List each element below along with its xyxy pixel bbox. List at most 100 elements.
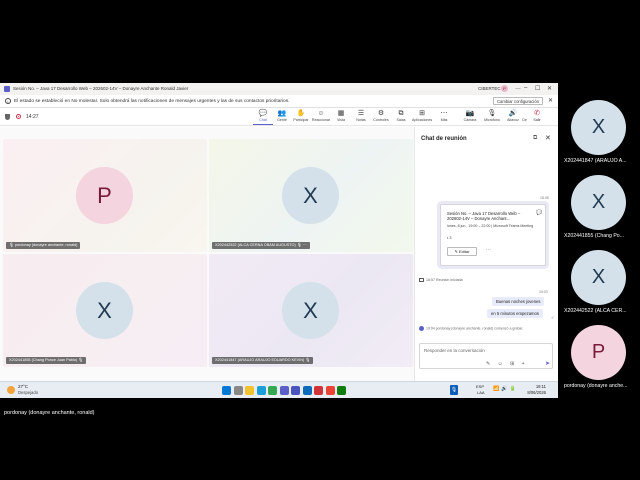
- notas-icon: ☰: [357, 110, 365, 117]
- controles-icon: ⚙: [377, 110, 385, 117]
- change-settings-button[interactable]: Cambiar configuración: [493, 97, 543, 105]
- microfono-icon: 🎙: [487, 110, 497, 117]
- side-participant: X X202442522 (ALCA CER...: [560, 250, 640, 326]
- salas-icon: ⧉: [398, 110, 404, 117]
- meeting-started-message: 18:57 Reunión iniciada: [419, 278, 463, 283]
- title-bar: Sesión No. – Java 17 Desarrollo Web – 20…: [0, 83, 558, 95]
- toolbar-label: Salas: [396, 118, 406, 122]
- language-indicator[interactable]: ESP: [476, 384, 484, 389]
- more-icon[interactable]: …: [515, 85, 521, 91]
- side-participant: X X202441847 (ARAUJO A...: [560, 100, 640, 176]
- clock-date[interactable]: 8/06/2026: [521, 390, 546, 395]
- edit-button[interactable]: ✎ Editar: [447, 247, 477, 256]
- taskbar-teams-icon[interactable]: [291, 386, 300, 395]
- toolbar-label: Cámara: [463, 118, 477, 122]
- send-icon[interactable]: ➤: [545, 360, 550, 367]
- tenant-label: CIBERTEC: [478, 86, 501, 91]
- side-participant: P pordonay (donayre anche...: [560, 325, 640, 401]
- toolbar-label: Reaccionar: [311, 118, 331, 122]
- toolbar-notas-button[interactable]: ☰ Notas: [351, 110, 371, 125]
- clock-time[interactable]: 19:11: [526, 384, 546, 389]
- chat-message[interactable]: en 5 minutos empezamos: [487, 309, 543, 318]
- card-people: ▪ 3: [447, 236, 452, 240]
- participant-avatar: X: [76, 282, 133, 339]
- windows-taskbar: 27°C Despejado 🎙 ESP LAA 📶🔊🔋 19:11 8/06/…: [0, 381, 558, 398]
- participar-icon: ✋: [296, 110, 306, 117]
- user-avatar[interactable]: P: [501, 85, 508, 92]
- toolbar-chat-button[interactable]: 💬 Chat: [253, 110, 273, 125]
- toolbar-camara-button[interactable]: 📷 Cámara: [460, 110, 480, 125]
- video-grid: P 🎙 pordonay (donayre anchante, ronald) …: [0, 127, 414, 383]
- recording-started-message: 19:04 pordonay (donayre anchante, ronald…: [419, 326, 523, 331]
- side-participant-name: X202441855 (Chang Po...: [564, 233, 624, 239]
- participant-name-text: X202441855 (Chang Ponce Juan Pablo): [9, 358, 78, 362]
- taskbar-store-icon[interactable]: [279, 386, 289, 395]
- participant-tile[interactable]: X X202441855 (Chang Ponce Juan Pablo) 🎙: [3, 254, 207, 367]
- maximize-button[interactable]: ☐: [535, 85, 540, 92]
- leave-button[interactable]: ✆ Salir: [527, 110, 547, 124]
- toolbar-aplicaciones-button[interactable]: ⊞ Aplicaciones: [412, 110, 432, 125]
- taskbar-search-icon[interactable]: [233, 386, 243, 395]
- taskbar-other-icon[interactable]: [337, 386, 346, 395]
- chat-bubble-icon: 💬: [536, 210, 543, 216]
- taskbar-office-icon[interactable]: [314, 386, 323, 395]
- close-window-button[interactable]: ✕: [547, 85, 552, 92]
- card-title: Sesión No. – Java 17 Desarrollo Web – 20…: [447, 211, 521, 222]
- chat-title: Chat de reunión: [421, 136, 467, 142]
- close-notice-button[interactable]: ✕: [548, 97, 553, 104]
- taskbar-explorer-icon[interactable]: [245, 386, 254, 395]
- side-participant-name: pordonay (donayre anche...: [564, 383, 628, 389]
- taskbar-chrome-icon[interactable]: [268, 386, 277, 395]
- toolbar-microfono-button[interactable]: 🎙 Micrófono: [482, 110, 502, 125]
- chat-timestamp: 19:03: [539, 290, 548, 294]
- compose-placeholder: Responder en la conversación: [424, 348, 485, 353]
- reaccionar-icon: ☺: [317, 110, 325, 117]
- participant-tile[interactable]: X X202442522 (ALCA CERNA OBAM AUGUSTO) 🎙…: [209, 139, 413, 252]
- system-tray-icons[interactable]: 📶🔊🔋: [493, 386, 518, 392]
- taskbar-chrome2-icon[interactable]: [325, 386, 335, 395]
- side-participant-avatar: X: [571, 175, 626, 230]
- participant-tile[interactable]: P 🎙 pordonay (donayre anchante, ronald): [3, 139, 207, 252]
- side-participant-avatar: P: [571, 325, 626, 380]
- toolbar-gente-button[interactable]: 👥 Gente: [272, 110, 292, 125]
- chat-icon: 💬: [258, 110, 268, 117]
- people-count: 3: [449, 236, 452, 240]
- side-participant: X X202441855 (Chang Po...: [560, 175, 640, 251]
- chat-message[interactable]: Buenas noches jovenes: [492, 297, 545, 306]
- toolbar-label: Notas: [356, 118, 366, 122]
- side-participant-avatar: X: [571, 250, 626, 305]
- toolbar-label: Aplicaciones: [412, 118, 433, 122]
- meeting-timer: 14:27: [26, 114, 39, 120]
- mic-in-use-icon[interactable]: 🎙: [450, 385, 458, 395]
- taskbar-outlook-icon[interactable]: [302, 386, 312, 395]
- meeting-toolbar: 14:27 💬 Chat 👥 Gente ✋ Participar ☺ Reaccionar ▦…: [0, 108, 558, 126]
- toolbar-label: Controles: [373, 118, 389, 122]
- camera-icon: [419, 278, 424, 283]
- toolbar-controles-button[interactable]: ⚙ Controles: [371, 110, 391, 125]
- participant-avatar: X: [282, 167, 339, 224]
- taskbar-edge-icon[interactable]: [256, 386, 266, 395]
- toolbar-label: Chat: [259, 118, 267, 122]
- participant-avatar: X: [282, 282, 339, 339]
- weather-description: Despejado: [18, 390, 39, 395]
- close-chat-button[interactable]: ✕: [545, 134, 551, 142]
- taskbar-start-icon[interactable]: [222, 386, 231, 395]
- meeting-chat-panel: Chat de reunión ⧉ ✕ 18:05 Sesión No. – J…: [414, 127, 558, 398]
- toolbar-reaccionar-button[interactable]: ☺ Reaccionar: [311, 110, 331, 125]
- toolbar-vista-button[interactable]: ▦ Vista: [331, 110, 351, 125]
- window-title: Sesión No. – Java 17 Desarrollo Web – 20…: [13, 86, 189, 91]
- compose-box[interactable]: Responder en la conversación ✎ ☺ ⊞ + ➤: [419, 343, 553, 369]
- system-message-text: 18:57 Reunión iniciada: [426, 278, 463, 282]
- popout-icon[interactable]: ⧉: [533, 135, 537, 142]
- participant-name-text: pordonay (donayre anchante, ronald): [14, 243, 78, 247]
- recording-icon: [16, 114, 21, 119]
- participant-tile[interactable]: X X202441847 (ARAUJO ARAUJO EDUARDO KEVI…: [209, 254, 413, 367]
- compose-tools[interactable]: ✎ ☺ ⊞ +: [486, 361, 528, 367]
- minimize-button[interactable]: –: [524, 85, 527, 91]
- aplicaciones-icon: ⊞: [419, 110, 425, 117]
- toolbar-mas-button[interactable]: ⋯ Más: [434, 110, 454, 125]
- toolbar-salas-button[interactable]: ⧉ Salas: [391, 110, 411, 125]
- card-more-icon[interactable]: ⋯: [486, 247, 491, 253]
- keyboard-layout[interactable]: LAA: [477, 390, 485, 395]
- toolbar-participar-button[interactable]: ✋ Participar: [291, 110, 311, 125]
